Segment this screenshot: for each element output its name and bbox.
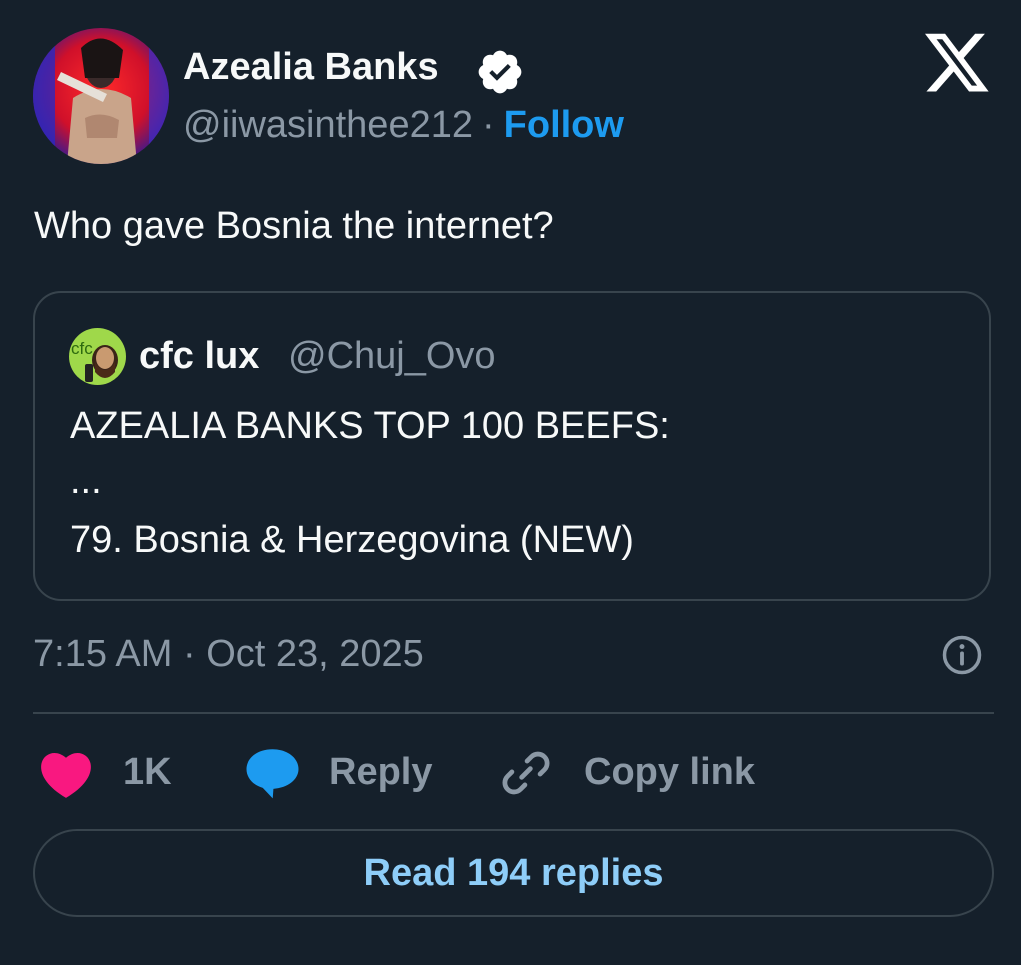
quoted-author-name[interactable]: cfc lux — [139, 335, 259, 378]
author-avatar[interactable] — [33, 28, 169, 164]
svg-text:cfc: cfc — [71, 339, 93, 358]
copy-link-button[interactable]: Copy link — [500, 745, 780, 803]
quoted-author-handle[interactable]: @Chuj_Ovo — [288, 335, 496, 378]
divider — [33, 712, 994, 714]
follow-button[interactable]: Follow — [504, 104, 624, 146]
link-icon — [502, 751, 550, 795]
read-replies-button[interactable]: Read 194 replies — [33, 829, 994, 917]
copy-link-label: Copy link — [584, 751, 756, 793]
verified-badge-icon — [478, 50, 522, 94]
heart-icon — [41, 752, 91, 798]
quoted-text-line: AZEALIA BANKS TOP 100 BEEFS: — [70, 405, 670, 447]
handle-separator: · — [481, 104, 495, 146]
info-icon[interactable] — [941, 634, 983, 676]
author-handle-row: @iiwasinthee212 · Follow — [183, 104, 624, 147]
quoted-author-avatar[interactable]: cfc — [69, 328, 126, 385]
like-count: 1K — [123, 751, 172, 793]
quoted-text-line: 79. Bosnia & Herzegovina (NEW) — [70, 519, 634, 561]
author-handle[interactable]: @iiwasinthee212 — [183, 104, 473, 146]
reply-label: Reply — [329, 751, 433, 793]
quoted-tweet[interactable]: cfc cfc lux @Chuj_Ovo AZEALIA BANKS TOP … — [33, 291, 991, 601]
tweet-timestamp[interactable]: 7:15 AM · Oct 23, 2025 — [33, 633, 424, 676]
x-logo-icon[interactable] — [925, 33, 991, 95]
reply-bubble-icon — [246, 749, 299, 799]
quoted-text-line: ... — [70, 460, 102, 502]
like-button[interactable]: 1K — [39, 745, 189, 803]
reply-button[interactable]: Reply — [245, 745, 445, 803]
tweet-text: Who gave Bosnia the internet? — [34, 205, 554, 247]
author-name[interactable]: Azealia Banks — [183, 46, 439, 89]
